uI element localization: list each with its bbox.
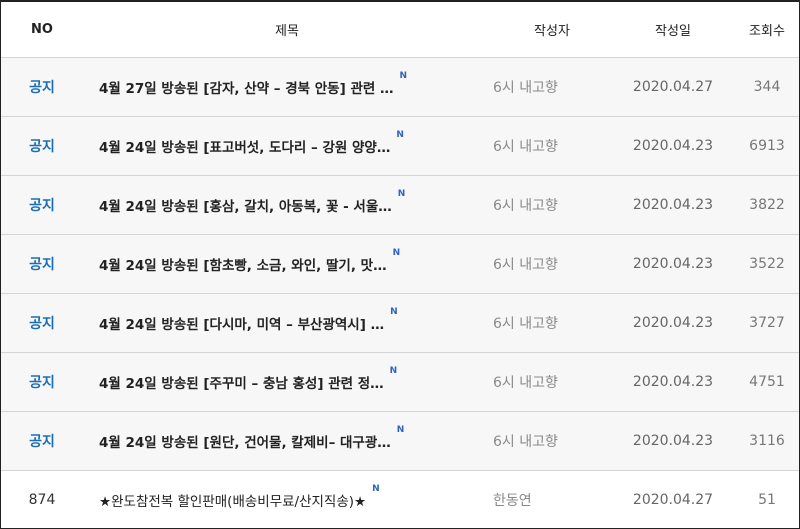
post-title-link[interactable]: ★완도참전복 할인판매(배송비무료/산지직송)★	[99, 490, 366, 510]
post-author: 6시 내고향	[491, 293, 613, 353]
post-author: 6시 내고향	[491, 411, 613, 471]
table-row[interactable]: 874 ★완도참전복 할인판매(배송비무료/산지직송)★ N 한동연 2020.0…	[1, 470, 799, 528]
post-author: 6시 내고향	[491, 352, 613, 412]
notice-label: 공지	[1, 57, 83, 117]
table-row[interactable]: 공지 4월 24일 방송된 [다시마, 미역 – 부산광역시] … N 6시 내고…	[1, 293, 799, 353]
new-badge: N	[372, 483, 380, 494]
new-badge: N	[396, 425, 405, 435]
new-badge: N	[392, 248, 401, 258]
post-date: 2020.04.23	[613, 411, 733, 471]
post-date: 2020.04.23	[613, 234, 733, 294]
post-views: 3116	[733, 411, 799, 471]
post-author: 6시 내고향	[491, 234, 613, 294]
post-date: 2020.04.23	[613, 116, 733, 176]
notice-label: 공지	[1, 234, 83, 294]
notice-label: 공지	[1, 293, 83, 353]
post-title-link[interactable]: 4월 24일 방송된 [원단, 건어물, 칼제비– 대구광…	[99, 431, 391, 451]
table-row[interactable]: 공지 4월 27일 방송된 [감자, 산약 – 경북 안동] 관련 … N 6시 …	[1, 57, 799, 117]
header-no[interactable]: NO	[1, 2, 83, 58]
post-number: 874	[1, 470, 83, 528]
notice-label: 공지	[1, 175, 83, 235]
post-author: 6시 내고향	[491, 175, 613, 235]
new-badge: N	[399, 71, 408, 81]
notice-label: 공지	[1, 352, 83, 412]
table-row[interactable]: 공지 4월 24일 방송된 [주꾸미 – 충남 홍성] 관련 정… N 6시 내고…	[1, 352, 799, 412]
board-table: NO 제목 작성자 작성일 조회수 공지 4월 27일 방송된 [감자, 산약 …	[1, 2, 799, 528]
post-views: 6913	[733, 116, 799, 176]
post-date: 2020.04.27	[613, 57, 733, 117]
header-date[interactable]: 작성일	[613, 2, 733, 58]
post-title-link[interactable]: 4월 24일 방송된 [함초빵, 소금, 와인, 딸기, 맛…	[99, 254, 387, 274]
post-title-link[interactable]: 4월 24일 방송된 [홍삼, 갈치, 아동복, 꽃 - 서울…	[99, 195, 392, 215]
post-views: 344	[733, 57, 799, 117]
table-row[interactable]: 공지 4월 24일 방송된 [홍삼, 갈치, 아동복, 꽃 - 서울… N 6시 …	[1, 175, 799, 235]
post-views: 3727	[733, 293, 799, 353]
post-date: 2020.04.23	[613, 175, 733, 235]
notice-label: 공지	[1, 116, 83, 176]
notice-label: 공지	[1, 411, 83, 471]
post-author: 6시 내고향	[491, 57, 613, 117]
post-date: 2020.04.23	[613, 352, 733, 412]
header-title[interactable]: 제목	[83, 2, 491, 58]
post-title-link[interactable]: 4월 24일 방송된 [다시마, 미역 – 부산광역시] …	[99, 313, 384, 333]
table-row[interactable]: 공지 4월 24일 방송된 [함초빵, 소금, 와인, 딸기, 맛… N 6시 내…	[1, 234, 799, 294]
table-header: NO 제목 작성자 작성일 조회수	[1, 2, 799, 58]
post-author: 한동연	[491, 470, 613, 528]
new-badge: N	[389, 366, 398, 376]
table-row[interactable]: 공지 4월 24일 방송된 [원단, 건어물, 칼제비– 대구광… N 6시 내고…	[1, 411, 799, 471]
new-badge: N	[396, 130, 404, 140]
post-views: 3822	[733, 175, 799, 235]
table-row[interactable]: 공지 4월 24일 방송된 [표고버섯, 도다리 – 강원 양양… N 6시 내고…	[1, 116, 799, 176]
post-views: 51	[733, 470, 799, 528]
post-title-link[interactable]: 4월 24일 방송된 [주꾸미 – 충남 홍성] 관련 정…	[99, 372, 384, 392]
board-frame: NO 제목 작성자 작성일 조회수 공지 4월 27일 방송된 [감자, 산약 …	[0, 0, 800, 529]
post-views: 3522	[733, 234, 799, 294]
post-title-link[interactable]: 4월 24일 방송된 [표고버섯, 도다리 – 강원 양양…	[99, 136, 390, 156]
post-date: 2020.04.23	[613, 293, 733, 353]
post-date: 2020.04.27	[613, 470, 733, 528]
new-badge: N	[397, 189, 406, 199]
post-views: 4751	[733, 352, 799, 412]
post-author: 6시 내고향	[491, 116, 613, 176]
post-title-link[interactable]: 4월 27일 방송된 [감자, 산약 – 경북 안동] 관련 …	[99, 77, 394, 97]
header-author[interactable]: 작성자	[491, 2, 613, 58]
new-badge: N	[390, 307, 398, 317]
header-views[interactable]: 조회수	[733, 2, 799, 58]
